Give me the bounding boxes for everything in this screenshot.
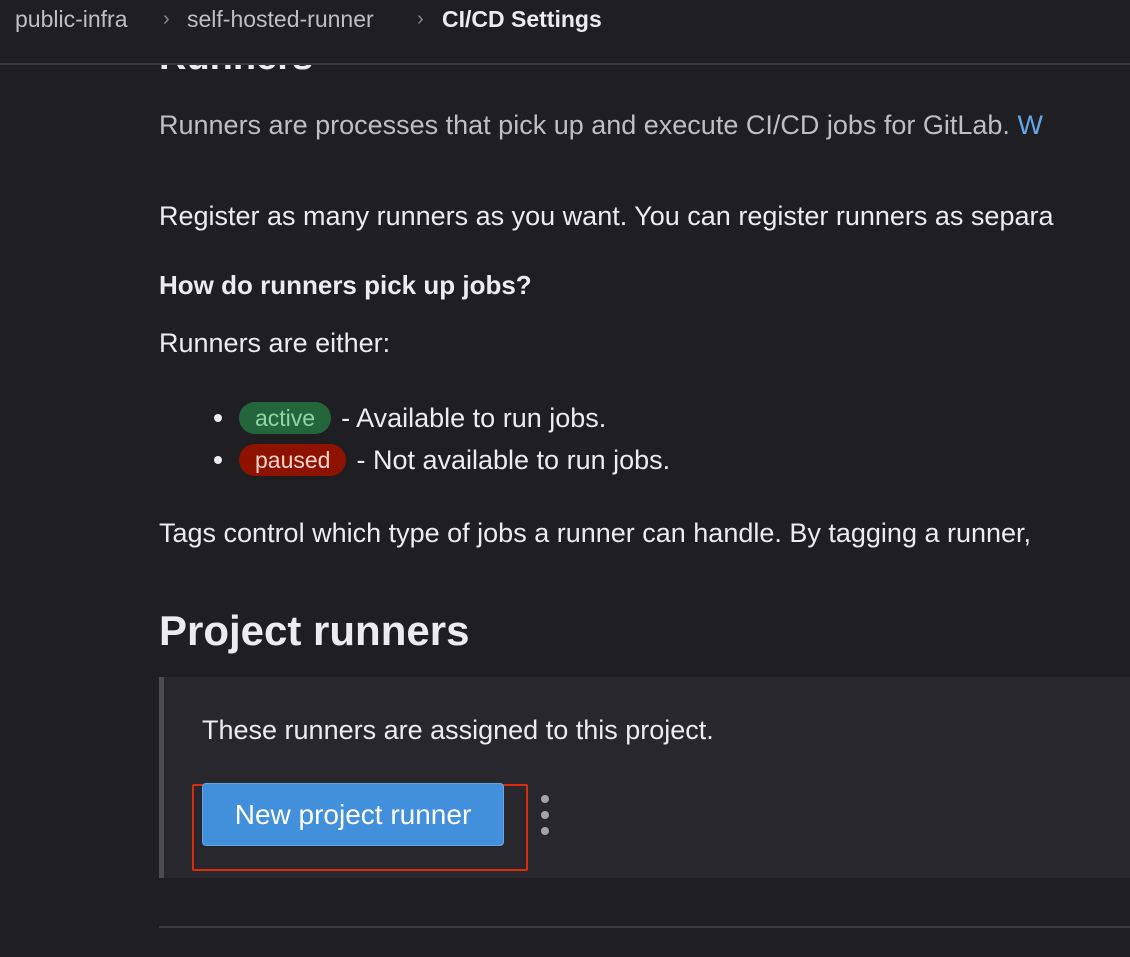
project-runners-description: These runners are assigned to this proje… xyxy=(202,715,714,745)
runners-either-text: Runners are either: xyxy=(159,328,391,358)
learn-more-link[interactable]: W xyxy=(1017,110,1042,140)
tags-text: Tags control which type of jobs a runner… xyxy=(159,518,1032,548)
breadcrumb-item-current: CI/CD Settings xyxy=(442,6,602,32)
chevron-right-icon: › xyxy=(163,8,170,30)
breadcrumb-item-public-infra[interactable]: public-infra xyxy=(15,6,128,33)
bullet-icon xyxy=(214,414,222,422)
runners-intro-text: Runners are processes that pick up and e… xyxy=(159,110,1010,140)
project-runners-title: Project runners xyxy=(159,607,470,654)
how-runners-heading: How do runners pick up jobs? xyxy=(159,270,532,300)
breadcrumb: public-infra › self-hosted-runner › CI/C… xyxy=(0,0,1130,65)
runners-intro: Runners are processes that pick up and e… xyxy=(159,110,1043,141)
project-runners-card: These runners are assigned to this proje… xyxy=(159,677,1130,878)
paused-badge: paused xyxy=(239,444,347,476)
ellipsis-v-icon[interactable] xyxy=(536,795,554,835)
active-badge: active xyxy=(239,402,332,434)
register-runners-text: Register as many runners as you want. Yo… xyxy=(159,201,1054,231)
breadcrumb-item-self-hosted-runner[interactable]: self-hosted-runner xyxy=(187,6,374,33)
list-item-paused: paused - Not available to run jobs. xyxy=(214,444,670,476)
chevron-right-icon: › xyxy=(417,8,424,30)
bullet-icon xyxy=(214,456,222,464)
section-divider xyxy=(159,926,1130,928)
active-description: - Available to run jobs. xyxy=(341,402,607,433)
paused-description: - Not available to run jobs. xyxy=(356,444,671,475)
list-item-active: active - Available to run jobs. xyxy=(214,402,606,434)
new-project-runner-button[interactable]: New project runner xyxy=(202,783,504,846)
